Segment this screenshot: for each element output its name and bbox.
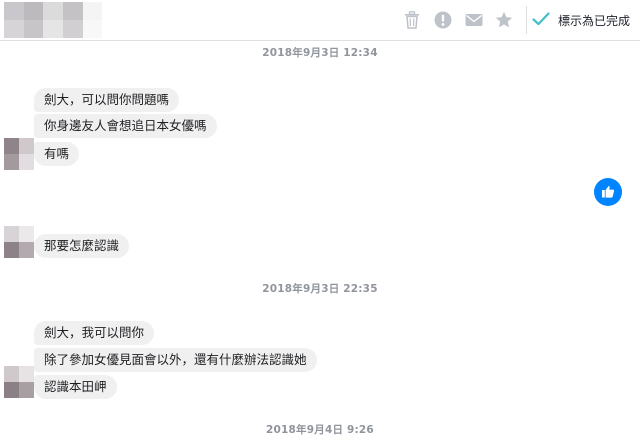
header-divider [526,6,527,34]
sender-avatar[interactable] [4,138,34,170]
message-bubble[interactable]: 你身邊友人會想追日本女優嗎 [34,114,217,138]
sender-avatar[interactable] [4,226,34,258]
conversation-header: 標示為已完成 [0,0,640,41]
timestamp-divider: 2018年9月3日 12:34 [262,47,378,59]
timestamp-divider: 2018年9月4日 9:26 [266,424,374,436]
alert-icon[interactable] [433,10,453,30]
message-bubble[interactable]: 劍大，我可以問你 [34,321,155,345]
contact-name-pixelated [4,2,122,38]
like-icon[interactable] [594,178,622,206]
message-bubble[interactable]: 劍大，可以問你問題嗎 [34,88,180,112]
checkmark-icon [532,11,550,30]
sender-avatar[interactable] [4,366,34,398]
star-icon[interactable] [494,10,514,30]
message-bubble[interactable]: 那要怎麼認識 [34,234,130,258]
message-bubble[interactable]: 認識本田岬 [34,375,117,399]
timestamp-divider: 2018年9月3日 22:35 [262,283,378,295]
mark-as-done-label: 標示為已完成 [558,13,631,28]
message-bubble[interactable]: 除了參加女優見面會以外，還有什麼辦法認識她 [34,348,317,372]
trash-icon[interactable] [402,10,422,30]
message-bubble[interactable]: 有嗎 [34,142,80,166]
envelope-icon[interactable] [464,10,484,30]
mark-as-done-button[interactable]: 標示為已完成 [532,8,638,32]
